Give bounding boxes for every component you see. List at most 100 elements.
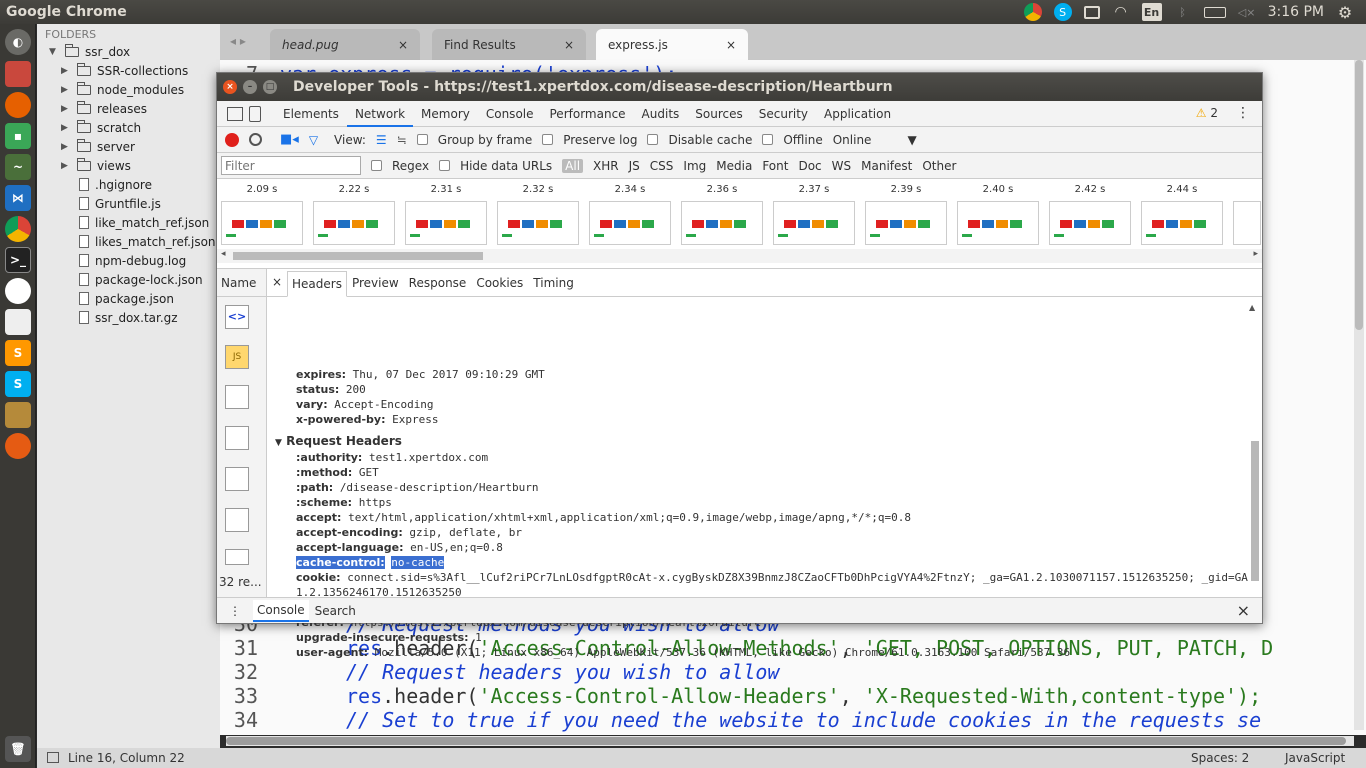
close-icon[interactable]: × bbox=[726, 38, 736, 52]
sidebar-file[interactable]: .hgignore bbox=[79, 175, 152, 194]
editor-scrollbar[interactable] bbox=[1354, 60, 1364, 730]
type-filter-font[interactable]: Font bbox=[762, 159, 788, 173]
sidebar-file[interactable]: package.json bbox=[79, 289, 174, 308]
type-filter-doc[interactable]: Doc bbox=[798, 159, 821, 173]
tab-sources[interactable]: Sources bbox=[687, 101, 750, 127]
close-icon[interactable]: × bbox=[267, 275, 287, 296]
screenshot-frame[interactable] bbox=[1233, 201, 1261, 245]
chrome-icon[interactable] bbox=[5, 216, 31, 242]
sidebar-file[interactable]: likes_match_ref.json bbox=[79, 232, 216, 251]
sidebar-folder[interactable]: ▶ node_modules bbox=[61, 80, 184, 99]
power-gear-icon[interactable]: ⚙ bbox=[1336, 3, 1354, 22]
hide-data-urls-checkbox[interactable] bbox=[439, 160, 451, 171]
sidebar-file[interactable]: like_match_ref.json bbox=[79, 213, 209, 232]
trash-icon[interactable]: 🗑 bbox=[5, 736, 31, 762]
screenshot-frame[interactable] bbox=[497, 201, 579, 245]
scroll-left-icon[interactable]: ◂ bbox=[221, 249, 226, 259]
name-column-header[interactable]: Name bbox=[217, 269, 266, 297]
detail-tab-cookies[interactable]: Cookies bbox=[471, 271, 528, 296]
group-by-frame-checkbox[interactable] bbox=[416, 134, 428, 145]
record-icon[interactable] bbox=[225, 132, 239, 147]
files-icon[interactable] bbox=[5, 61, 31, 87]
type-filter-manifest[interactable]: Manifest bbox=[861, 159, 912, 173]
skype-tray-icon[interactable]: S bbox=[1053, 3, 1072, 21]
chrome-tray-icon[interactable] bbox=[1023, 3, 1042, 21]
indentation-setting[interactable]: Spaces: 2 bbox=[1191, 751, 1249, 765]
software-updater-icon[interactable] bbox=[5, 433, 31, 459]
screenshot-frame[interactable] bbox=[405, 201, 487, 245]
warnings-badge[interactable]: ⚠ 2 bbox=[1196, 106, 1218, 120]
type-filter-other[interactable]: Other bbox=[922, 159, 956, 173]
detail-tab-preview[interactable]: Preview bbox=[347, 271, 404, 296]
type-filter-ws[interactable]: WS bbox=[832, 159, 851, 173]
tab-audits[interactable]: Audits bbox=[634, 101, 688, 127]
scroll-right-icon[interactable]: ▸ bbox=[1253, 249, 1258, 259]
filmstrip-scrollbar[interactable]: ◂ ▸ bbox=[217, 249, 1262, 263]
file-request-icon[interactable] bbox=[225, 508, 249, 532]
bluetooth-icon[interactable]: ᛒ bbox=[1174, 3, 1192, 21]
screenshot-frame[interactable] bbox=[313, 201, 395, 245]
tab-elements[interactable]: Elements bbox=[275, 101, 347, 127]
screenshot-frame[interactable] bbox=[681, 201, 763, 245]
filter-icon[interactable]: ▽ bbox=[309, 133, 318, 147]
filter-input[interactable] bbox=[221, 156, 361, 175]
minimap[interactable] bbox=[1265, 60, 1353, 220]
type-filter-img[interactable]: Img bbox=[683, 159, 706, 173]
wifi-icon[interactable]: ◠ bbox=[1112, 3, 1130, 21]
green-app-icon[interactable]: ▪ bbox=[5, 123, 31, 149]
sidebar-folder[interactable]: ▶ server bbox=[61, 137, 135, 156]
sidebar-folder[interactable]: ▶ releases bbox=[61, 99, 147, 118]
tab-application[interactable]: Application bbox=[816, 101, 899, 127]
drawer-tab-console[interactable]: Console bbox=[253, 599, 309, 622]
close-icon[interactable]: × bbox=[564, 38, 574, 52]
sidebar-folder[interactable]: ▶ scratch bbox=[61, 118, 141, 137]
minimize-window-button[interactable]: – bbox=[243, 80, 257, 94]
screenshot-frame[interactable] bbox=[957, 201, 1039, 245]
regex-checkbox[interactable] bbox=[371, 160, 382, 171]
screenshot-frame[interactable] bbox=[221, 201, 303, 245]
tab-express-js[interactable]: express.js × bbox=[596, 29, 748, 60]
file-request-icon[interactable] bbox=[225, 385, 249, 409]
request-headers-section[interactable]: ▼ Request Headers bbox=[275, 434, 402, 448]
file-request-icon[interactable] bbox=[225, 426, 249, 450]
sidebar-file[interactable]: ssr_dox.tar.gz bbox=[79, 308, 178, 327]
offline-checkbox[interactable] bbox=[762, 134, 774, 145]
capture-screenshots-icon[interactable]: ■◂ bbox=[280, 132, 299, 147]
screenshot-frame[interactable] bbox=[773, 201, 855, 245]
sidebar-file[interactable]: npm-debug.log bbox=[79, 251, 186, 270]
type-filter-media[interactable]: Media bbox=[716, 159, 752, 173]
archive-icon[interactable] bbox=[5, 402, 31, 428]
recorder-icon[interactable] bbox=[5, 278, 31, 304]
battery-icon[interactable] bbox=[1203, 6, 1226, 18]
type-filter-all[interactable]: All bbox=[562, 158, 584, 173]
scroll-up-icon[interactable]: ▲ bbox=[1249, 303, 1255, 312]
tab-find-results[interactable]: Find Results × bbox=[432, 29, 586, 60]
clear-icon[interactable] bbox=[249, 133, 262, 146]
type-filter-js[interactable]: JS bbox=[629, 159, 640, 173]
sidebar-file[interactable]: Gruntfile.js bbox=[79, 194, 161, 213]
type-filter-css[interactable]: CSS bbox=[650, 159, 674, 173]
js-request-icon[interactable]: JS bbox=[225, 345, 249, 369]
overview-icon[interactable]: ≒ bbox=[397, 133, 407, 147]
close-window-button[interactable]: × bbox=[223, 80, 237, 94]
headers-scrollbar[interactable]: ▲ bbox=[1249, 303, 1261, 593]
more-options-icon[interactable]: ⋮ bbox=[1236, 105, 1250, 121]
screenshot-frame[interactable] bbox=[865, 201, 947, 245]
file-request-icon[interactable] bbox=[225, 467, 249, 491]
close-icon[interactable]: × bbox=[398, 38, 408, 52]
system-monitor-icon[interactable]: ~ bbox=[5, 154, 31, 180]
screenshot-frame[interactable] bbox=[1049, 201, 1131, 245]
inspect-element-icon[interactable] bbox=[227, 106, 243, 121]
skype-icon[interactable]: S bbox=[5, 371, 31, 397]
sublime-text-icon[interactable]: S bbox=[5, 340, 31, 366]
volume-muted-icon[interactable]: ◁× bbox=[1238, 3, 1256, 21]
keyboard-layout-indicator[interactable]: En bbox=[1141, 3, 1162, 21]
tab-console[interactable]: Console bbox=[478, 101, 542, 127]
tab-head-pug[interactable]: head.pug × bbox=[270, 29, 420, 60]
syntax-selector[interactable]: JavaScript bbox=[1285, 751, 1345, 765]
document-request-icon[interactable]: <> bbox=[225, 305, 249, 329]
clock[interactable]: 3:16 PM bbox=[1268, 4, 1324, 20]
tab-nav-arrows-icon[interactable]: ◂ ▸ bbox=[230, 34, 246, 48]
throttling-select[interactable]: Online bbox=[833, 133, 872, 147]
sidebar-folder[interactable]: ▶ views bbox=[61, 156, 131, 175]
